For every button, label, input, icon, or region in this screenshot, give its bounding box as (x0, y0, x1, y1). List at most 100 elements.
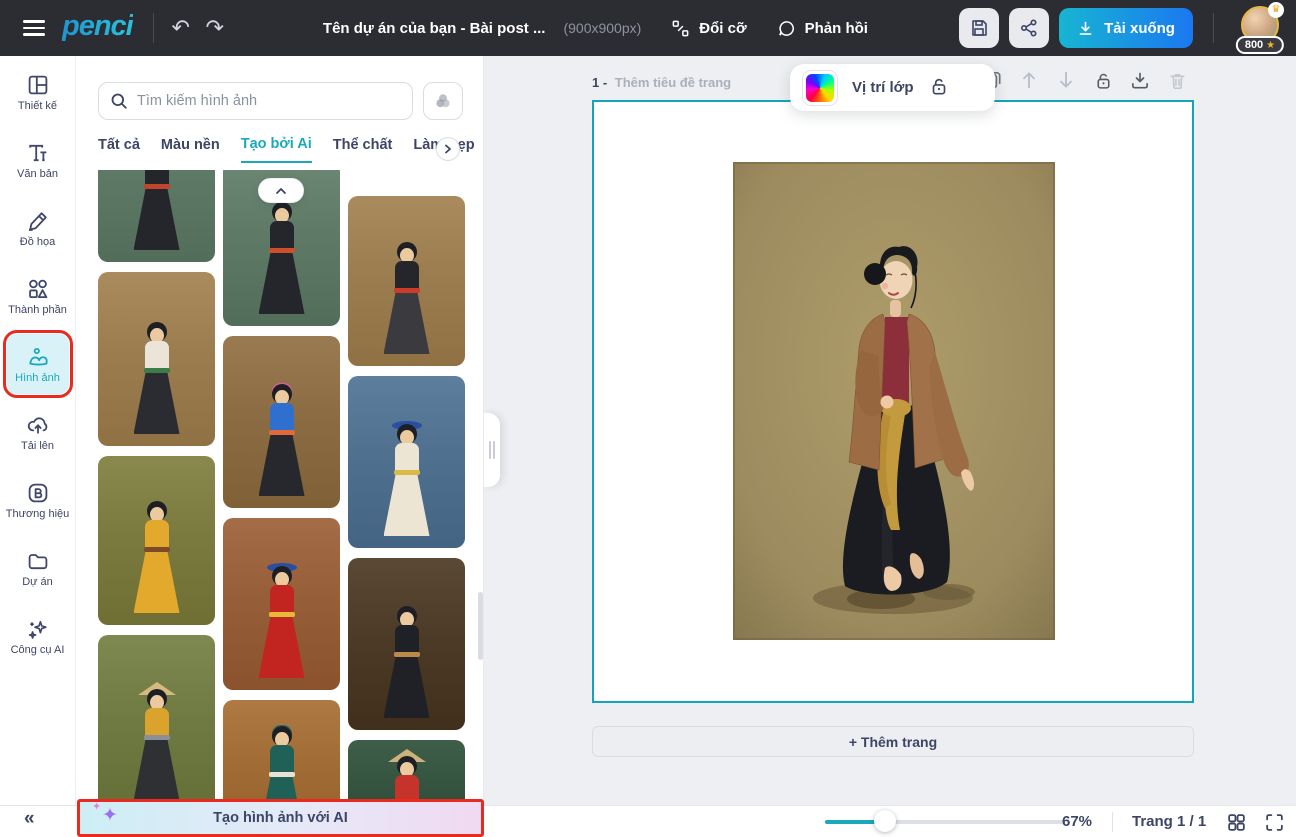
image-result[interactable] (223, 518, 340, 690)
left-sidebar: Thiết kế Văn bản Đồ họa Thành phần Hình … (0, 56, 76, 805)
grid-column (98, 170, 215, 805)
divider (1213, 13, 1214, 43)
image-result[interactable] (98, 635, 215, 805)
figure-illustration (125, 170, 189, 250)
tabs-scroll-right-button[interactable] (436, 137, 460, 161)
save-button[interactable] (959, 8, 999, 48)
image-result[interactable] (223, 336, 340, 508)
text-icon (26, 141, 50, 165)
move-up-button[interactable] (1017, 68, 1041, 92)
feedback-label: Phản hồi (805, 20, 868, 37)
save-icon (969, 18, 989, 38)
move-down-button[interactable] (1054, 68, 1078, 92)
collapse-sidebar-button[interactable]: « (24, 808, 35, 830)
color-filter-button[interactable] (423, 82, 463, 120)
ai-sparkles-icon: ✦✦ (102, 804, 118, 827)
sidebar-item-projects[interactable]: Dự án (7, 538, 69, 598)
image-result[interactable] (348, 196, 465, 366)
canvas-artwork[interactable] (733, 162, 1055, 640)
generate-ai-image-button[interactable]: ✦✦ Tạo hình ảnh với AI (77, 799, 484, 837)
canvas-area: 1 - Thêm tiêu đề trang (484, 56, 1296, 805)
zoom-level: 67% (1062, 813, 1092, 830)
resize-button[interactable]: Đổi cỡ (671, 19, 746, 38)
image-result[interactable] (348, 558, 465, 730)
zoom-slider-track[interactable] (825, 820, 1065, 824)
image-icon (26, 345, 50, 369)
arrow-down-icon (1055, 69, 1077, 91)
delete-page-button[interactable] (1165, 68, 1189, 92)
panel-scrollbar[interactable] (478, 592, 483, 660)
download-icon (1077, 20, 1094, 37)
crown-badge-icon: ♛ (1268, 2, 1284, 18)
figure-illustration (125, 689, 189, 801)
image-category-tabs: Tất cảMàu nềnTạo bởi AiThể chấtLàm Đẹp (98, 136, 475, 163)
search-icon (109, 91, 129, 111)
layer-position-button[interactable]: Vị trí lớp (852, 79, 914, 96)
zoom-slider-thumb[interactable] (874, 810, 896, 832)
tab-tạo-bởi-ai[interactable]: Tạo bởi Ai (241, 136, 312, 163)
cloud-upload-icon (26, 413, 50, 437)
account-menu[interactable]: ♛ 800★ (1238, 4, 1282, 52)
sidebar-item-brand[interactable]: Thương hiệu (7, 470, 69, 530)
top-bar: penci ↶ ↷ Tên dự án của bạn - Bài post .… (0, 0, 1296, 56)
grid-view-button[interactable] (1224, 810, 1248, 834)
image-search-box[interactable] (98, 82, 413, 120)
page-label[interactable]: 1 - Thêm tiêu đề trang (592, 75, 731, 90)
page-indicator[interactable]: Trang 1 / 1 (1132, 813, 1206, 830)
add-page-button[interactable]: + Thêm trang (592, 726, 1194, 757)
resize-icon (671, 19, 690, 38)
image-result[interactable] (223, 700, 340, 805)
folder-icon (26, 549, 50, 573)
sidebar-item-graphics[interactable]: Đồ họa (7, 198, 69, 258)
download-button[interactable]: Tải xuống (1059, 8, 1193, 48)
figure-illustration (250, 726, 314, 805)
share-icon (1019, 18, 1039, 38)
scroll-to-top-button[interactable] (258, 178, 304, 203)
arrow-up-icon (1018, 69, 1040, 91)
sidebar-item-text[interactable]: Văn bản (7, 130, 69, 190)
selection-toolbar: Vị trí lớp (790, 64, 995, 111)
unlock-icon (1093, 70, 1114, 91)
menu-icon[interactable] (14, 8, 54, 48)
page-actions (980, 68, 1189, 92)
tab-thể-chất[interactable]: Thể chất (333, 137, 393, 162)
color-picker-button[interactable] (802, 70, 838, 106)
image-result[interactable] (98, 272, 215, 446)
share-button[interactable] (1009, 8, 1049, 48)
redo-icon[interactable]: ↷ (198, 11, 232, 45)
sidebar-item-design[interactable]: Thiết kế (7, 62, 69, 122)
figure-illustration (375, 756, 439, 805)
sidebar-item-uploads[interactable]: Tải lên (7, 402, 69, 462)
tab-màu-nền[interactable]: Màu nền (161, 137, 220, 162)
image-result[interactable] (348, 740, 465, 805)
star-icon: ★ (1266, 40, 1275, 51)
download-tray-icon (1129, 69, 1151, 91)
image-results-grid (98, 170, 465, 805)
design-page[interactable] (592, 100, 1194, 703)
app-window: penci ↶ ↷ Tên dự án của bạn - Bài post .… (0, 0, 1296, 837)
figure-illustration (125, 322, 189, 434)
undo-icon[interactable]: ↶ (164, 11, 198, 45)
images-panel: Tất cảMàu nềnTạo bởi AiThể chấtLàm Đẹp (76, 56, 484, 805)
lock-page-button[interactable] (1091, 68, 1115, 92)
sidebar-item-images[interactable]: Hình ảnh (7, 334, 69, 394)
sidebar-item-components[interactable]: Thành phần (7, 266, 69, 326)
panel-collapse-handle[interactable] (484, 413, 500, 487)
download-page-button[interactable] (1128, 68, 1152, 92)
search-input[interactable] (137, 93, 402, 109)
chevron-right-icon (442, 143, 454, 155)
image-result[interactable] (98, 456, 215, 625)
image-result[interactable] (348, 376, 465, 548)
sidebar-item-ai-tools[interactable]: Công cụ AI (7, 606, 69, 666)
feedback-button[interactable]: Phản hồi (777, 19, 868, 38)
page-number: 1 - (592, 75, 607, 90)
pen-icon (26, 209, 50, 233)
grid-view-icon (1226, 812, 1247, 833)
divider (153, 13, 154, 43)
tab-tất-cả[interactable]: Tất cả (98, 137, 140, 162)
lock-layer-button[interactable] (928, 75, 950, 100)
project-title[interactable]: Tên dự án của bạn - Bài post ... (323, 20, 546, 37)
fullscreen-button[interactable] (1262, 810, 1286, 834)
download-label: Tải xuống (1104, 20, 1175, 37)
image-result[interactable] (98, 170, 215, 262)
